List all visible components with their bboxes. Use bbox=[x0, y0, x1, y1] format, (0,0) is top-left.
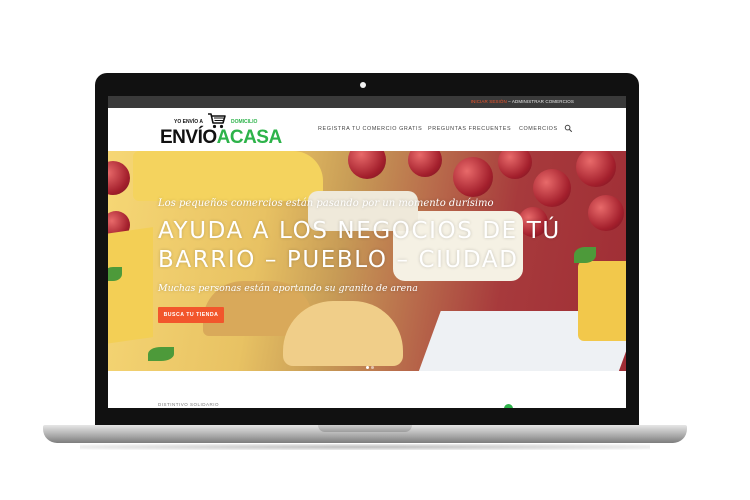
solidarity-badge-icon bbox=[504, 404, 513, 408]
hero-title-line-1: AYUDA A LOS NEGOCIOS DE TÚ bbox=[158, 218, 561, 244]
laptop-notch bbox=[318, 425, 412, 432]
admin-stores-link[interactable]: ADMINISTRAR COMERCIOS bbox=[512, 99, 574, 104]
site-header: YO ENVÍO A DOMICILIO ENVÍOACASA REGISTRA… bbox=[108, 108, 626, 151]
find-store-button[interactable]: BUSCA TU TIENDA bbox=[158, 307, 224, 323]
slider-dot-2[interactable] bbox=[371, 366, 374, 369]
logo-tagline: YO ENVÍO A bbox=[174, 119, 203, 125]
camera-icon bbox=[360, 82, 366, 88]
account-links: INICIAR SESIÓN – ADMINISTRAR COMERCIOS bbox=[471, 99, 574, 104]
logo-domicilio: DOMICILIO bbox=[231, 119, 258, 125]
hero-title-line-2: BARRIO – PUEBLO – CIUDAD bbox=[158, 247, 519, 273]
logo-wordmark-dark: ENVÍO bbox=[160, 127, 217, 148]
website-screen: INICIAR SESIÓN – ADMINISTRAR COMERCIOS Y… bbox=[108, 96, 626, 408]
logo-wordmark-green: ACASA bbox=[216, 127, 283, 148]
logo-wordmark: ENVÍOACASA bbox=[160, 128, 282, 148]
slider-pagination bbox=[366, 356, 376, 371]
login-link[interactable]: INICIAR SESIÓN bbox=[471, 99, 507, 104]
nav-register-store[interactable]: REGISTRA TU COMERCIO GRATIS bbox=[318, 126, 422, 132]
solidarity-badge-label: DISTINTIVO SOLIDARIO bbox=[158, 402, 220, 407]
slider-dot-1[interactable] bbox=[366, 366, 369, 369]
nav-faq[interactable]: PREGUNTAS FRECUENTES bbox=[428, 126, 511, 132]
hero-title: AYUDA A LOS NEGOCIOS DE TÚ BARRIO – PUEB… bbox=[158, 217, 561, 275]
hero-tagline: Los pequeños comercios están pasando por… bbox=[158, 198, 494, 209]
hero-slider: Los pequeños comercios están pasando por… bbox=[108, 151, 626, 371]
site-logo[interactable]: YO ENVÍO A DOMICILIO ENVÍOACASA bbox=[160, 111, 290, 149]
nav-stores[interactable]: COMERCIOS bbox=[519, 126, 558, 132]
hero-subtitle: Muchas personas están aportando su grani… bbox=[158, 283, 418, 294]
top-bar: INICIAR SESIÓN – ADMINISTRAR COMERCIOS bbox=[108, 96, 626, 108]
solidarity-section: DISTINTIVO SOLIDARIO bbox=[108, 371, 626, 408]
search-icon[interactable] bbox=[564, 124, 573, 133]
laptop-shadow bbox=[80, 444, 650, 450]
